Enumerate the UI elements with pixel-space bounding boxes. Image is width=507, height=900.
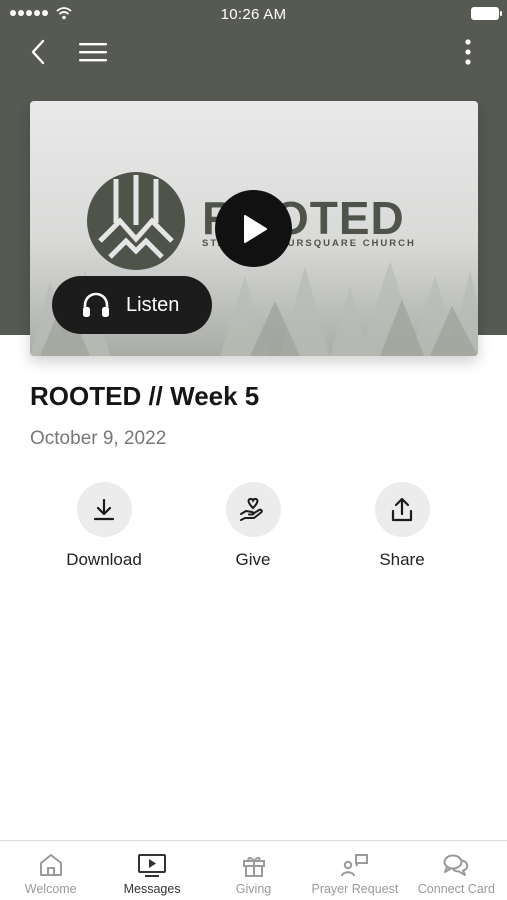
menu-button[interactable] (74, 36, 112, 68)
tab-label: Messages (123, 882, 181, 896)
share-icon (391, 497, 413, 521)
vertical-ellipsis-icon (465, 39, 471, 65)
message-title: ROOTED // Week 5 (30, 381, 260, 411)
give-button[interactable]: Give (193, 482, 313, 570)
tab-connect-card[interactable]: Connect Card (406, 841, 507, 900)
gift-icon (241, 851, 267, 879)
status-time: 10:26 AM (220, 6, 287, 23)
give-circle (225, 482, 281, 537)
tab-welcome[interactable]: Welcome (0, 841, 101, 900)
headphones-icon (80, 289, 112, 321)
message-date: October 9, 2022 (30, 428, 167, 449)
listen-button[interactable]: Listen (52, 276, 212, 334)
chevron-left-icon (31, 39, 45, 65)
battery-icon (471, 7, 502, 20)
share-label: Share (379, 550, 425, 569)
download-label: Download (66, 550, 142, 569)
tab-label: Prayer Request (311, 882, 399, 896)
more-options-button[interactable] (454, 36, 482, 68)
download-icon (93, 498, 115, 520)
share-button[interactable]: Share (342, 482, 462, 570)
hand-heart-icon (240, 497, 263, 521)
play-button[interactable] (215, 190, 292, 267)
listen-label: Listen (126, 293, 180, 316)
tab-label: Welcome (24, 882, 77, 896)
download-circle (76, 482, 132, 537)
tab-giving[interactable]: Giving (203, 841, 304, 900)
prayer-request-icon (340, 851, 369, 879)
play-icon (243, 214, 267, 243)
download-button[interactable]: Download (44, 482, 164, 570)
tab-messages[interactable]: Messages (101, 841, 202, 900)
give-label: Give (235, 550, 271, 569)
back-button[interactable] (22, 36, 54, 68)
chat-bubbles-icon (442, 851, 470, 879)
share-circle (374, 482, 430, 537)
tab-label: Connect Card (417, 882, 495, 896)
bottom-tab-bar: Welcome Messages Giving Prayer Request C… (0, 840, 507, 900)
home-icon (38, 851, 64, 879)
video-player-icon (137, 851, 167, 879)
tab-prayer-request[interactable]: Prayer Request (304, 841, 405, 900)
hamburger-menu-icon (79, 43, 107, 62)
status-bar: 10:26 AM (0, 0, 507, 28)
tab-label: Giving (235, 882, 272, 896)
